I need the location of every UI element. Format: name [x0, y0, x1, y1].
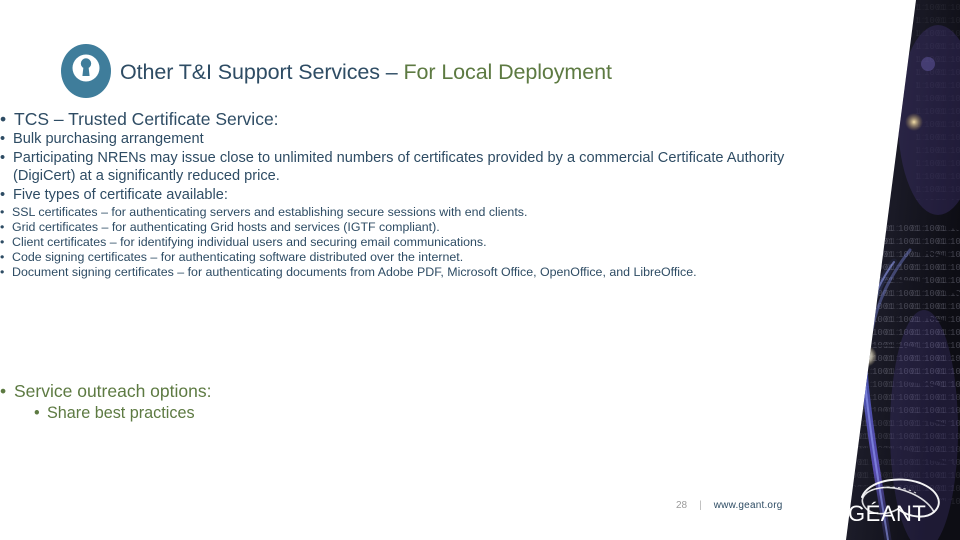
bullet-text: Grid certificates – for authenticating G… — [12, 219, 440, 234]
list-item: • Service outreach options: • Share best… — [0, 380, 700, 424]
bullet-glyph: • — [0, 186, 6, 203]
list-item: • Participating NRENs may issue close to… — [0, 149, 830, 186]
slide-title-row: Other T&I Support Services – For Local D… — [58, 42, 612, 100]
bullet-text: Share best practices — [47, 403, 195, 422]
bullet-glyph: • — [0, 381, 7, 401]
website-url: www.geant.org — [713, 500, 783, 511]
bullet-list-level-1: • TCS – Trusted Certificate Service: • B… — [0, 108, 830, 280]
slide-footer: 28 | www.geant.org — [676, 500, 782, 511]
bullet-text: Code signing certificates – for authenti… — [12, 249, 464, 264]
bullet-text: SSL certificates – for authenticating se… — [12, 204, 528, 219]
bullet-text: TCS – Trusted Certificate Service: — [14, 109, 279, 129]
bullet-glyph: • — [0, 204, 5, 219]
list-item: • Grid certificates – for authenticating… — [0, 220, 830, 235]
decorative-graphic: 1001 0110 — [846, 0, 960, 540]
geant-logo-text: GÉANT — [848, 501, 926, 526]
page-title: Other T&I Support Services – For Local D… — [120, 60, 612, 85]
service-outreach-block: • Service outreach options: • Share best… — [0, 380, 700, 425]
bullet-list-level-2: • Share best practices — [34, 403, 700, 424]
list-item: • Share best practices — [34, 403, 700, 424]
slide-body: • TCS – Trusted Certificate Service: • B… — [0, 108, 830, 281]
bullet-glyph: • — [0, 234, 5, 249]
bullet-glyph: • — [0, 249, 5, 264]
list-item: • Bulk purchasing arrangement — [0, 130, 830, 149]
list-item: • Five types of certificate available: •… — [0, 186, 830, 280]
bullet-text: Participating NRENs may issue close to u… — [13, 149, 785, 185]
lock-keyhole-icon — [61, 44, 111, 98]
bullet-list-level-2: • Bulk purchasing arrangement • Particip… — [0, 130, 830, 280]
page-title-accent: For Local Deployment — [403, 59, 612, 84]
geant-logo: GÉANT — [848, 478, 940, 526]
bullet-text: Bulk purchasing arrangement — [13, 131, 204, 148]
bullet-glyph: • — [34, 403, 40, 422]
bullet-glyph: • — [0, 149, 6, 166]
presentation-slide: 1001 0110 — [0, 0, 960, 540]
bullet-list-level-3: • SSL certificates – for authenticating … — [0, 205, 830, 281]
page-title-main: Other T&I Support Services – — [120, 59, 404, 84]
outreach-heading: Service outreach options: — [14, 381, 212, 401]
list-item: • Code signing certificates – for authen… — [0, 250, 830, 265]
decorative-right-panel: 1001 0110 — [820, 0, 960, 540]
bullet-glyph: • — [0, 265, 5, 280]
bullet-glyph: • — [0, 219, 5, 234]
bullet-text: Client certificates – for identifying in… — [12, 234, 487, 249]
list-item: • TCS – Trusted Certificate Service: • B… — [0, 108, 830, 280]
footer-separator: | — [699, 500, 702, 511]
list-item: • SSL certificates – for authenticating … — [0, 205, 830, 220]
bullet-glyph: • — [0, 109, 7, 129]
bullet-text: Document signing certificates – for auth… — [12, 265, 697, 280]
bullet-glyph: • — [0, 131, 6, 148]
list-item: • Client certificates – for identifying … — [0, 235, 830, 250]
list-item: • Document signing certificates – for au… — [0, 265, 830, 280]
bullet-list-level-1: • Service outreach options: • Share best… — [0, 380, 700, 424]
bullet-text: Five types of certificate available: — [13, 186, 228, 203]
page-number: 28 — [676, 500, 688, 511]
